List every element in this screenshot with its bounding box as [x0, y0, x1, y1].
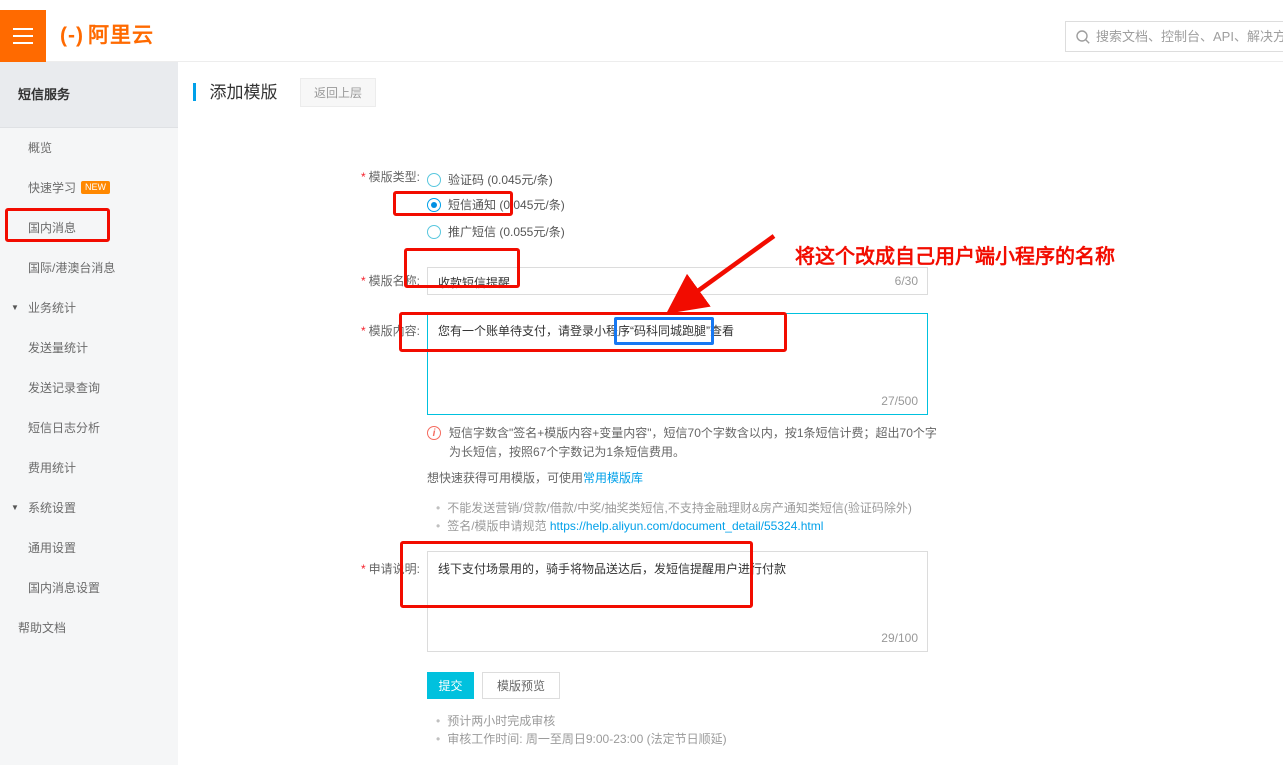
content-note-1: •不能发送营销/贷款/借款/中奖/抽奖类短信,不支持金融理财&房产通知类短信(验…	[436, 499, 912, 517]
top-navbar: (-)阿里云	[0, 10, 1283, 62]
template-content-counter: 27/500	[881, 394, 918, 408]
title-accent-bar	[193, 83, 196, 101]
apply-desc-textarea[interactable]: 线下支付场景用的，骑手将物品送达后，发短信提醒用户进行付款 29/100	[427, 551, 928, 652]
template-name-value: 收款短信提醒	[438, 274, 510, 291]
caret-down-icon: ▼	[11, 488, 19, 528]
sidebar-item-overview[interactable]: 概览	[0, 128, 178, 168]
sidebar-item-quick-learn[interactable]: 快速学习NEW	[0, 168, 178, 208]
radio-promo-sms[interactable]: 推广短信 (0.055元/条)	[427, 222, 565, 242]
aliyun-logo-text: 阿里云	[88, 24, 154, 47]
template-content-textarea[interactable]: 您有一个账单待支付，请登录小程序“码科同城跑腿”查看 27/500	[427, 313, 928, 415]
billing-info-text: 短信字数含"签名+模版内容+变量内容"，短信70个字数含以内，按1条短信计费；超…	[449, 424, 939, 462]
sidebar-title: 短信服务	[0, 62, 178, 128]
sidebar-item-send-records[interactable]: 发送记录查询	[0, 368, 178, 408]
billing-info: i 短信字数含"签名+模版内容+变量内容"，短信70个字数含以内，按1条短信计费…	[427, 424, 939, 462]
template-library-link[interactable]: 常用模版库	[583, 471, 643, 485]
template-content-value: 您有一个账单待支付，请登录小程序“码科同城跑腿”查看	[438, 322, 908, 340]
aliyun-console-page: (-)阿里云 短信服务 概览 快速学习NEW 国内消息 国际/港澳台消息 ▼业务…	[0, 0, 1283, 765]
template-library-tip: 想快速获得可用模版，可使用常用模版库	[427, 469, 643, 486]
sidebar: 短信服务 概览 快速学习NEW 国内消息 国际/港澳台消息 ▼业务统计 发送量统…	[0, 62, 178, 765]
sidebar-item-sms-log[interactable]: 短信日志分析	[0, 408, 178, 448]
bullet-icon: •	[436, 519, 440, 533]
aliyun-logo[interactable]: (-)阿里云	[60, 10, 154, 62]
apply-desc-counter: 29/100	[881, 631, 918, 645]
new-badge: NEW	[81, 181, 110, 194]
sidebar-item-cost-stats[interactable]: 费用统计	[0, 448, 178, 488]
back-button[interactable]: 返回上层	[300, 78, 376, 107]
template-name-counter: 6/30	[895, 274, 918, 288]
sidebar-item-help-docs[interactable]: 帮助文档	[0, 608, 178, 648]
sidebar-item-domestic-settings[interactable]: 国内消息设置	[0, 568, 178, 608]
apply-desc-value: 线下支付场景用的，骑手将物品送达后，发短信提醒用户进行付款	[438, 560, 908, 578]
hamburger-menu-icon[interactable]	[0, 10, 46, 62]
apply-desc-label: *申请说明:	[178, 560, 420, 577]
global-search	[1065, 21, 1283, 52]
template-type-label: *模版类型:	[178, 168, 420, 185]
radio-selected-icon[interactable]	[427, 198, 441, 212]
content-note-2: •签名/模版申请规范 https://help.aliyun.com/docum…	[436, 517, 823, 535]
template-name-label: *模版名称:	[178, 272, 420, 289]
bullet-icon: •	[436, 732, 440, 746]
sidebar-item-domestic-message[interactable]: 国内消息	[0, 208, 178, 248]
template-name-input[interactable]: 收款短信提醒 6/30	[427, 267, 928, 295]
review-note-1: •预计两小时完成审核	[436, 712, 555, 730]
spec-doc-link[interactable]: https://help.aliyun.com/document_detail/…	[550, 519, 824, 533]
radio-sms-notification[interactable]: 短信通知 (0.045元/条)	[427, 195, 565, 215]
info-icon: i	[427, 426, 441, 440]
main-content: 添加模版 返回上层 *模版类型: 验证码 (0.045元/条) 短信通知 (0.…	[178, 62, 1283, 765]
sidebar-group-system-settings[interactable]: ▼系统设置	[0, 488, 178, 528]
radio-verification-code[interactable]: 验证码 (0.045元/条)	[427, 170, 553, 190]
submit-button[interactable]: 提交	[427, 672, 474, 699]
sidebar-group-business-stats[interactable]: ▼业务统计	[0, 288, 178, 328]
review-note-2: •审核工作时间: 周一至周日9:00-23:00 (法定节日顺延)	[436, 730, 727, 748]
bullet-icon: •	[436, 714, 440, 728]
aliyun-logo-mark: (-)	[60, 24, 84, 47]
page-title: 添加模版	[209, 83, 277, 102]
search-input[interactable]	[1096, 22, 1283, 51]
radio-icon[interactable]	[427, 173, 441, 187]
sidebar-item-intl-message[interactable]: 国际/港澳台消息	[0, 248, 178, 288]
search-icon	[1075, 29, 1091, 45]
template-preview-button[interactable]: 模版预览	[482, 672, 560, 699]
caret-down-icon: ▼	[11, 288, 19, 328]
sidebar-item-general-settings[interactable]: 通用设置	[0, 528, 178, 568]
bullet-icon: •	[436, 501, 440, 515]
radio-icon[interactable]	[427, 225, 441, 239]
sidebar-item-send-volume[interactable]: 发送量统计	[0, 328, 178, 368]
template-content-label: *模版内容:	[178, 322, 420, 339]
